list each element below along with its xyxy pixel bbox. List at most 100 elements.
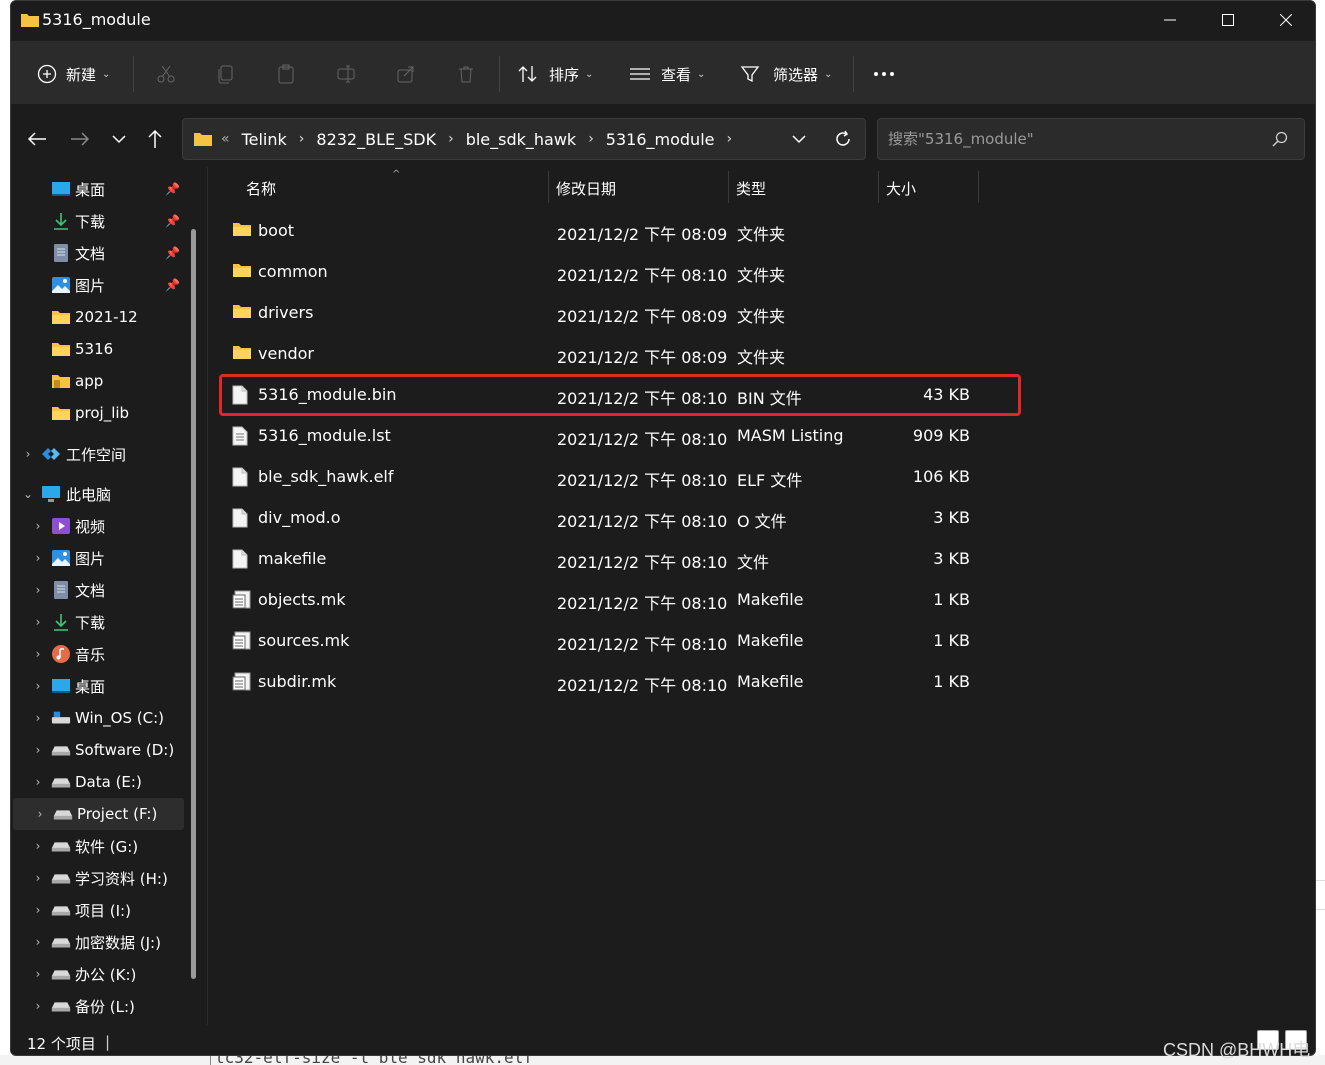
sidebar-item[interactable]: 文档 📌	[11, 237, 197, 269]
pin-icon[interactable]: 📌	[165, 214, 180, 228]
column-divider[interactable]	[548, 171, 549, 203]
title-bar[interactable]: 5316_module	[11, 1, 1315, 41]
column-divider[interactable]	[978, 171, 979, 203]
sidebar-item[interactable]: › 音乐	[11, 638, 197, 670]
sidebar-item[interactable]: › 桌面	[11, 670, 197, 702]
sidebar-item[interactable]: › Win_OS (C:)	[11, 702, 197, 734]
address-bar[interactable]: « Telink › 8232_BLE_SDK › ble_sdk_hawk ›…	[182, 118, 866, 160]
breadcrumb-item[interactable]: ble_sdk_hawk	[466, 130, 577, 149]
chevron-down-icon[interactable]: ⌄	[21, 487, 35, 501]
sidebar-item[interactable]: › 软件 (G:)	[11, 830, 197, 862]
sort-button[interactable]: 排序 ⌄	[517, 61, 593, 87]
file-row[interactable]: ble_sdk_hawk.elf 2021/12/2 下午 08:10 ELF 文件…	[208, 456, 1008, 497]
sidebar-item[interactable]: › Project (F:)	[13, 798, 184, 830]
sidebar-item[interactable]: › 视频	[11, 510, 197, 542]
chevron-right-icon[interactable]: ›	[31, 935, 45, 949]
breadcrumb-item[interactable]: Telink	[242, 130, 287, 149]
sidebar-item[interactable]: › 下载	[11, 606, 197, 638]
chevron-right-icon[interactable]: ›	[31, 615, 45, 629]
file-row[interactable]: drivers 2021/12/2 下午 08:09 文件夹	[208, 292, 1008, 333]
file-row[interactable]: div_mod.o 2021/12/2 下午 08:10 O 文件 3 KB	[208, 497, 1008, 538]
chevron-right-icon[interactable]: ›	[448, 131, 454, 147]
address-history-button[interactable]	[777, 134, 821, 144]
breadcrumb-overflow[interactable]: «	[221, 131, 230, 147]
file-row[interactable]: objects.mk 2021/12/2 下午 08:10 Makefile 1 KB	[208, 579, 1008, 620]
pin-icon[interactable]: 📌	[165, 182, 180, 196]
filter-button[interactable]: 筛选器 ⌄	[739, 61, 832, 87]
sidebar-item[interactable]: 2021-12	[11, 301, 197, 333]
paste-button[interactable]	[275, 61, 297, 87]
search-input[interactable]	[888, 130, 1258, 148]
chevron-right-icon[interactable]: ›	[31, 967, 45, 981]
chevron-right-icon[interactable]: ›	[726, 131, 732, 147]
sidebar-item[interactable]: ⌄ 此电脑	[11, 478, 197, 510]
column-header-type[interactable]: 类型	[736, 167, 766, 209]
delete-button[interactable]	[455, 61, 477, 87]
sidebar-item[interactable]: › 备份 (L:)	[11, 990, 197, 1022]
column-divider[interactable]	[728, 171, 729, 203]
file-row[interactable]: 5316_module.lst 2021/12/2 下午 08:10 MASM Li…	[208, 415, 1008, 456]
chevron-right-icon[interactable]: ›	[31, 551, 45, 565]
sidebar-item[interactable]: › Data (E:)	[11, 766, 197, 798]
breadcrumb-item[interactable]: 5316_module	[606, 130, 715, 149]
chevron-right-icon[interactable]: ›	[31, 775, 45, 789]
sidebar-item[interactable]: 5316	[11, 333, 197, 365]
search-box[interactable]	[877, 118, 1305, 160]
file-row[interactable]: boot 2021/12/2 下午 08:09 文件夹	[208, 210, 1008, 251]
view-button[interactable]: 查看 ⌄	[629, 61, 705, 87]
minimize-button[interactable]	[1141, 1, 1199, 39]
up-button[interactable]	[140, 124, 170, 154]
file-row[interactable]: subdir.mk 2021/12/2 下午 08:10 Makefile 1 KB	[208, 661, 1008, 702]
column-divider[interactable]	[878, 171, 879, 203]
sidebar-item[interactable]: 桌面 📌	[11, 173, 197, 205]
column-header-date[interactable]: 修改日期	[556, 167, 616, 209]
pin-icon[interactable]: 📌	[165, 246, 180, 260]
file-row[interactable]: 5316_module.bin 2021/12/2 下午 08:10 BIN 文件 4…	[208, 374, 1008, 415]
chevron-right-icon[interactable]: ›	[33, 807, 47, 821]
chevron-right-icon[interactable]: ›	[31, 999, 45, 1013]
sidebar-item[interactable]: › 工作空间	[11, 438, 197, 470]
column-header-size[interactable]: 大小	[886, 167, 916, 209]
chevron-right-icon[interactable]: ›	[31, 583, 45, 597]
file-row[interactable]: sources.mk 2021/12/2 下午 08:10 Makefile 1 KB	[208, 620, 1008, 661]
column-header-name[interactable]: 名称	[246, 167, 276, 209]
recent-locations-button[interactable]	[104, 124, 134, 154]
chevron-right-icon[interactable]: ›	[31, 711, 45, 725]
sidebar-item[interactable]: 图片 📌	[11, 269, 197, 301]
chevron-right-icon[interactable]: ›	[588, 131, 594, 147]
cut-button[interactable]	[155, 61, 177, 87]
file-row[interactable]: makefile 2021/12/2 下午 08:10 文件 3 KB	[208, 538, 1008, 579]
new-button[interactable]: 新建 ⌄	[36, 61, 110, 87]
sidebar-item[interactable]: app	[11, 365, 197, 397]
share-button[interactable]	[395, 61, 417, 87]
sidebar-item[interactable]: proj_lib	[11, 397, 197, 429]
file-row[interactable]: vendor 2021/12/2 下午 08:09 文件夹	[208, 333, 1008, 374]
sidebar-item[interactable]: 下载 📌	[11, 205, 197, 237]
chevron-right-icon[interactable]: ›	[31, 871, 45, 885]
chevron-right-icon[interactable]: ›	[31, 647, 45, 661]
more-options-button[interactable]	[873, 61, 895, 87]
sidebar-item[interactable]: › Software (D:)	[11, 734, 197, 766]
sidebar-item[interactable]: › 图片	[11, 542, 197, 574]
chevron-right-icon[interactable]: ›	[31, 679, 45, 693]
sidebar-item[interactable]: › 项目 (I:)	[11, 894, 197, 926]
sidebar-scrollbar[interactable]	[191, 229, 196, 979]
close-button[interactable]	[1257, 1, 1315, 39]
chevron-right-icon[interactable]: ›	[31, 519, 45, 533]
sidebar-item[interactable]: › 加密数据 (J:)	[11, 926, 197, 958]
rename-button[interactable]	[335, 61, 357, 87]
chevron-right-icon[interactable]: ›	[31, 839, 45, 853]
copy-button[interactable]	[215, 61, 237, 87]
refresh-button[interactable]	[821, 130, 865, 148]
forward-button[interactable]	[65, 124, 95, 154]
chevron-right-icon[interactable]: ›	[31, 903, 45, 917]
pin-icon[interactable]: 📌	[165, 278, 180, 292]
sidebar-item[interactable]: › 学习资料 (H:)	[11, 862, 197, 894]
chevron-right-icon[interactable]: ›	[31, 743, 45, 757]
chevron-right-icon[interactable]: ›	[21, 447, 35, 461]
sidebar-item[interactable]: › 办公 (K:)	[11, 958, 197, 990]
breadcrumb-item[interactable]: 8232_BLE_SDK	[316, 130, 436, 149]
back-button[interactable]	[22, 124, 52, 154]
chevron-right-icon[interactable]: ›	[299, 131, 305, 147]
maximize-button[interactable]	[1199, 1, 1257, 39]
